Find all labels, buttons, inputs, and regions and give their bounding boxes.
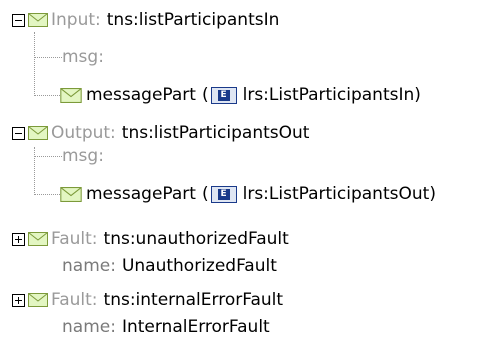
tree-connector bbox=[34, 194, 60, 195]
fault-value: tns:unauthorizedFault bbox=[103, 229, 289, 249]
fault-label: Fault: bbox=[51, 290, 98, 310]
msg-label: msg: bbox=[62, 146, 104, 166]
minus-box-icon[interactable] bbox=[12, 126, 25, 140]
input-value: tns:listParticipantsIn bbox=[106, 10, 280, 30]
output-msg-node: msg: bbox=[62, 144, 104, 168]
fault-label: Fault: bbox=[51, 229, 98, 249]
envelope-icon bbox=[28, 13, 48, 27]
envelope-icon bbox=[60, 88, 82, 103]
fault-node[interactable]: Fault: tns:unauthorizedFault bbox=[12, 227, 289, 251]
output-value: tns:listParticipantsOut bbox=[121, 123, 310, 143]
msg-label: msg: bbox=[62, 47, 104, 67]
element-icon: E bbox=[210, 185, 237, 203]
paren-close: ) bbox=[414, 85, 421, 105]
envelope-icon bbox=[28, 232, 48, 246]
paren-open: ( bbox=[201, 184, 209, 204]
element-icon: E bbox=[210, 86, 237, 104]
envelope-icon bbox=[60, 187, 82, 202]
tree-connector bbox=[34, 32, 35, 96]
output-label: Output: bbox=[51, 123, 116, 143]
output-node[interactable]: Output: tns:listParticipantsOut bbox=[12, 121, 309, 145]
fault-name-row: name: InternalErrorFault bbox=[62, 315, 270, 339]
minus-box-icon[interactable] bbox=[12, 13, 25, 27]
tree-connector bbox=[34, 95, 60, 96]
plus-box-icon[interactable] bbox=[12, 293, 25, 307]
fault-name-label: name: bbox=[62, 256, 116, 276]
tree-connector bbox=[34, 156, 62, 157]
message-part-name: messagePart bbox=[86, 85, 196, 105]
tree-connector bbox=[34, 147, 35, 195]
paren-open: ( bbox=[201, 85, 209, 105]
envelope-icon bbox=[28, 293, 48, 307]
envelope-icon bbox=[28, 126, 48, 140]
message-part-type: lrs:ListParticipantsOut bbox=[242, 184, 430, 204]
paren-close: ) bbox=[429, 184, 436, 204]
fault-node[interactable]: Fault: tns:internalErrorFault bbox=[12, 288, 283, 312]
input-node[interactable]: Input: tns:listParticipantsIn bbox=[12, 8, 279, 32]
fault-value: tns:internalErrorFault bbox=[103, 290, 284, 310]
message-part-type: lrs:ListParticipantsIn bbox=[242, 85, 415, 105]
input-msg-node: msg: bbox=[62, 45, 104, 69]
output-message-part[interactable]: messagePart ( E lrs:ListParticipantsOut … bbox=[60, 182, 436, 206]
fault-name-row: name: UnauthorizedFault bbox=[62, 254, 277, 278]
fault-name-label: name: bbox=[62, 317, 116, 337]
message-part-name: messagePart bbox=[86, 184, 196, 204]
fault-name-value: UnauthorizedFault bbox=[121, 256, 277, 276]
plus-box-icon[interactable] bbox=[12, 232, 25, 246]
fault-name-value: InternalErrorFault bbox=[121, 317, 270, 337]
input-label: Input: bbox=[51, 10, 101, 30]
tree-connector bbox=[34, 57, 62, 58]
input-message-part[interactable]: messagePart ( E lrs:ListParticipantsIn ) bbox=[60, 83, 421, 107]
